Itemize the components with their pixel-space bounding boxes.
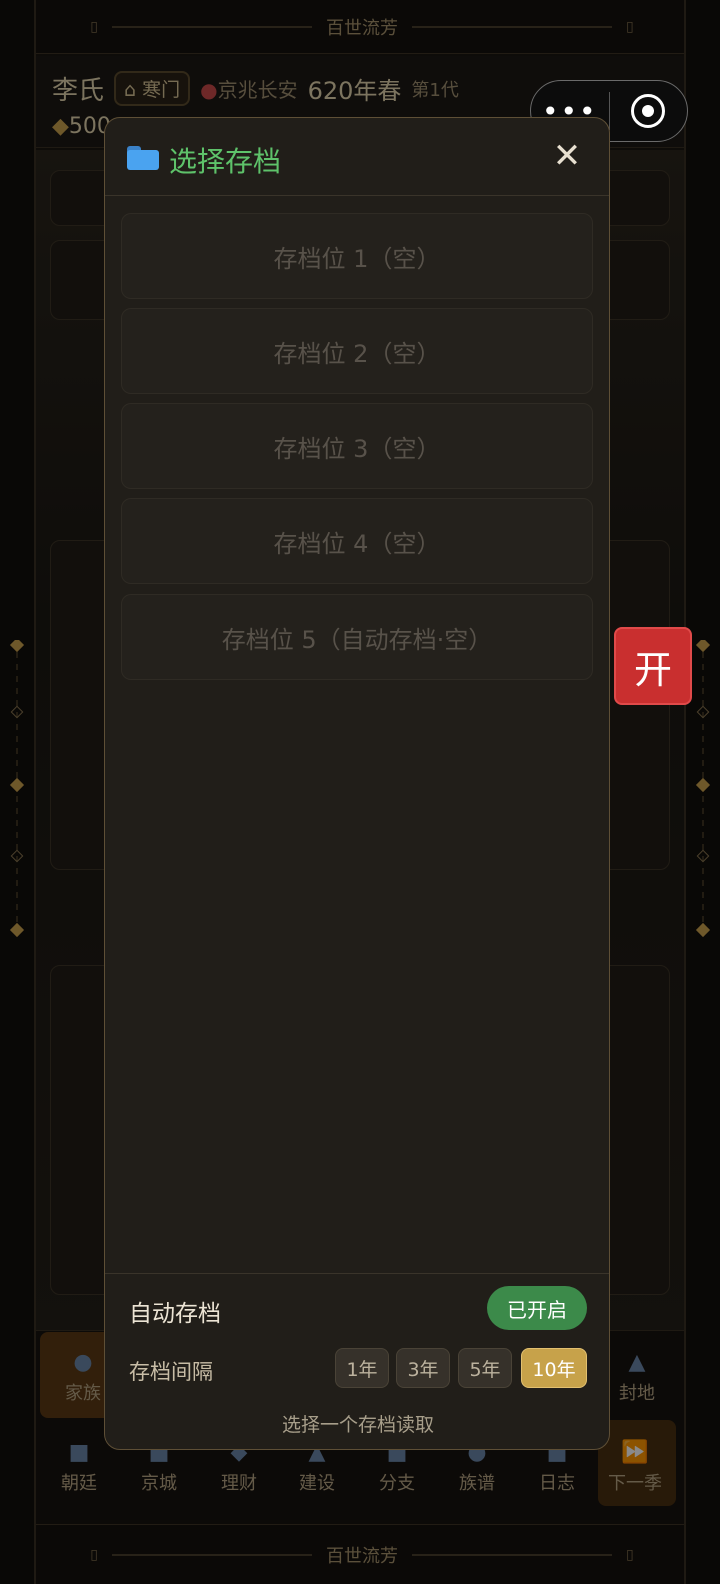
dialog-footer: 自动存档 已开启 存档间隔 1年 3年 5年 10年 选择一个存档读取 — [105, 1273, 609, 1449]
save-slot-5-auto[interactable]: 存档位 5（自动存档·空） — [121, 594, 593, 680]
auto-save-label: 自动存档 — [129, 1301, 221, 1327]
close-button[interactable]: ✕ — [549, 138, 585, 174]
folder-icon — [127, 146, 159, 170]
floating-open-button[interactable]: 开 — [614, 627, 692, 705]
select-save-dialog: 选择存档 ✕ 存档位 1（空） 存档位 2（空） 存档位 3（空） 存档位 4（… — [104, 117, 610, 1450]
interval-option-5y[interactable]: 5年 — [458, 1348, 512, 1388]
interval-option-1y[interactable]: 1年 — [335, 1348, 389, 1388]
auto-save-toggle[interactable]: 已开启 — [487, 1286, 587, 1330]
target-ring-icon — [631, 94, 666, 128]
interval-label: 存档间隔 — [129, 1360, 213, 1384]
dialog-header: 选择存档 ✕ — [105, 118, 609, 196]
interval-option-3y[interactable]: 3年 — [396, 1348, 450, 1388]
dialog-hint: 选择一个存档读取 — [281, 1414, 434, 1436]
dialog-title: 选择存档 — [169, 145, 282, 178]
save-slot-1[interactable]: 存档位 1（空） — [121, 213, 593, 299]
save-slot-2[interactable]: 存档位 2（空） — [121, 308, 593, 394]
save-slot-3[interactable]: 存档位 3（空） — [121, 403, 593, 489]
interval-option-10y[interactable]: 10年 — [521, 1348, 587, 1388]
save-slot-4[interactable]: 存档位 4（空） — [121, 498, 593, 584]
close-miniprogram-button[interactable] — [610, 94, 688, 128]
